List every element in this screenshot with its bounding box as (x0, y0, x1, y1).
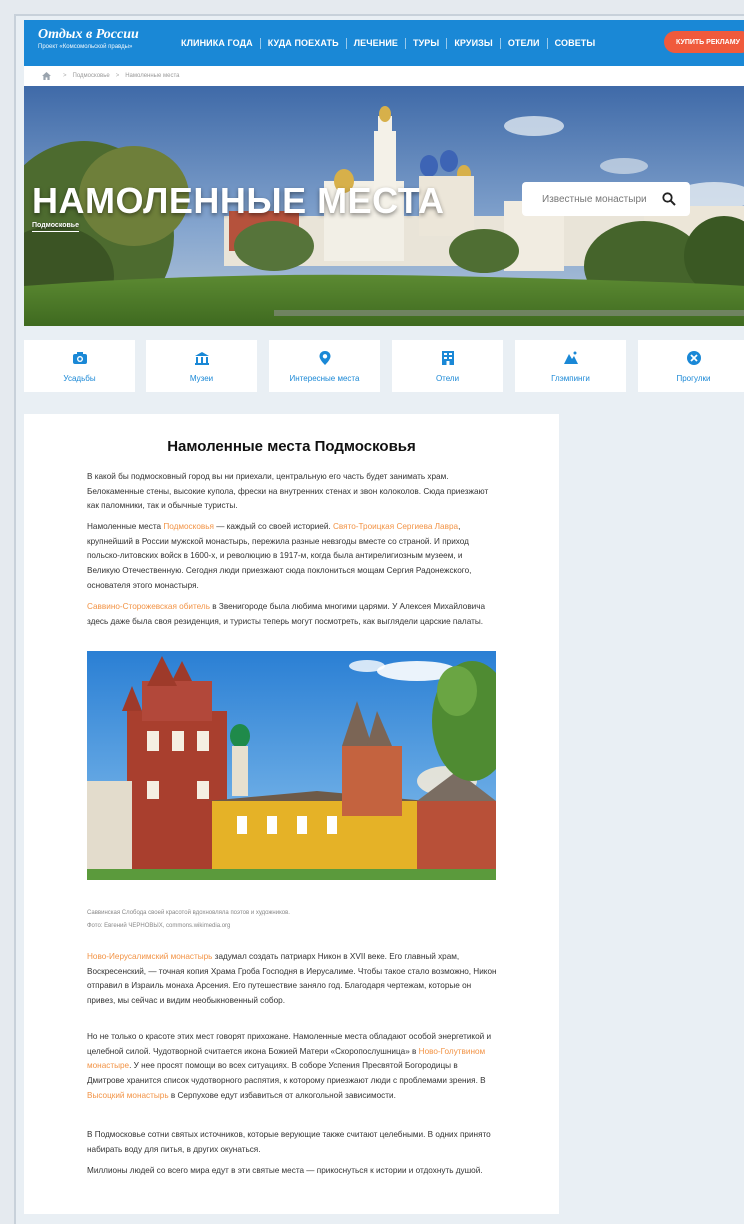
category-interesting-places[interactable]: Интересные места (269, 340, 380, 392)
hotel-icon (442, 351, 454, 365)
breadcrumb-item-current: Намоленные места (125, 73, 180, 79)
nav-item-cruises[interactable]: КРУИЗЫ (447, 38, 500, 48)
hero-banner: НАМОЛЕННЫЕ МЕСТА Подмосковье Известные м… (24, 86, 744, 326)
category-label: Интересные места (289, 374, 360, 383)
paragraph-closing: Миллионы людей со всего мира едут в эти … (87, 1166, 483, 1175)
breadcrumb-item-region[interactable]: Подмосковье (73, 73, 110, 79)
site-header: Отдых в России Проект «Комсомольской пра… (24, 20, 744, 66)
category-label: Музеи (189, 374, 214, 383)
category-label: Прогулки (676, 374, 711, 383)
photo-credit: Фото: Евгений ЧЕРНОВЫХ, commons.wikimedi… (87, 923, 231, 929)
link-sergiev-lavra[interactable]: Свято-Троицкая Сергиева Лавра (333, 522, 458, 531)
camera-icon (73, 352, 87, 364)
logo-title: Отдых в России (38, 27, 139, 42)
text-run: , крупнейший в России мужской монастырь,… (87, 522, 472, 590)
logo-subtitle: Проект «Комсомольской правды» (38, 44, 133, 50)
breadcrumb: > Подмосковье > Намоленные места (24, 66, 744, 86)
link-vysotsky[interactable]: Высоцкий монастырь (87, 1091, 169, 1100)
search-icon (662, 192, 676, 206)
article-photo (87, 651, 496, 880)
text-run: Намоленные места (87, 522, 164, 531)
main-nav: КЛИНИКА ГОДА КУДА ПОЕХАТЬ ЛЕЧЕНИЕ ТУРЫ К… (174, 20, 602, 66)
category-label: Отели (435, 374, 460, 383)
paragraph-lavra: Намоленные места Подмосковья — каждый со… (87, 520, 497, 594)
hero-subtitle-link[interactable]: Подмосковье (32, 222, 80, 232)
monastery-photo (87, 651, 496, 880)
category-label: Усадьбы (63, 374, 96, 383)
nav-item-where-to-go[interactable]: КУДА ПОЕХАТЬ (261, 38, 346, 48)
tent-icon (564, 351, 578, 364)
paragraph-springs: В Подмосковье сотни святых источников, к… (87, 1130, 491, 1154)
breadcrumb-separator: > (115, 73, 120, 79)
buy-ad-button[interactable]: КУПИТЬ РЕКЛАМУ (664, 31, 744, 53)
category-hotels[interactable]: Отели (392, 340, 503, 392)
paragraph-savvino: Саввино-Сторожевская обитель в Звенигоро… (87, 600, 497, 629)
photo-caption: Саввинская Слобода своей красотой вдохно… (87, 910, 290, 916)
link-podmoskovye[interactable]: Подмосковья (163, 522, 214, 531)
nav-item-tours[interactable]: ТУРЫ (406, 38, 446, 48)
nav-item-treatment[interactable]: ЛЕЧЕНИЕ (347, 38, 405, 48)
nav-item-hotels[interactable]: ОТЕЛИ (501, 38, 547, 48)
paragraph-intro: В какой бы подмосковный город вы ни прие… (87, 472, 489, 511)
page: Отдых в России Проект «Комсомольской пра… (14, 14, 744, 1224)
nav-item-tips[interactable]: СОВЕТЫ (548, 38, 603, 48)
category-estates[interactable]: Усадьбы (24, 340, 135, 392)
museum-icon (195, 352, 209, 365)
hero-search-button[interactable]: Известные монастыри (522, 182, 690, 216)
link-savvino-storozhevsky[interactable]: Саввино-Сторожевская обитель (87, 602, 210, 611)
category-label: Глэмпинги (551, 374, 590, 383)
link-new-jerusalem[interactable]: Ново-Иерусалимский монастырь (87, 952, 212, 961)
paragraph-healing: Но не только о красоте этих мест говорят… (87, 1030, 497, 1104)
category-walks[interactable]: Прогулки (638, 340, 744, 392)
walk-icon (687, 351, 701, 365)
text-run: . У нее просят помощи во всех ситуациях.… (87, 1061, 486, 1086)
text-run: в Серпухове едут избавиться от алкогольн… (168, 1090, 396, 1100)
nav-item-clinic[interactable]: КЛИНИКА ГОДА (174, 38, 260, 48)
text-run: — каждый со своей историей. (213, 522, 333, 531)
breadcrumb-separator: > (63, 73, 67, 79)
map-pin-icon (319, 351, 331, 365)
site-logo[interactable]: Отдых в России Проект «Комсомольской пра… (38, 27, 139, 52)
article-title: Намоленные места Подмосковья (167, 438, 416, 455)
hero-title: НАМОЛЕННЫЕ МЕСТА (32, 180, 445, 221)
hero-search-label: Известные монастыри (542, 193, 647, 205)
home-icon[interactable] (42, 72, 51, 80)
paragraph-new-jerusalem: Ново-Иерусалимский монастырь задумал соз… (87, 950, 497, 1009)
article: Намоленные места Подмосковья В какой бы … (24, 414, 559, 1214)
category-glamping[interactable]: Глэмпинги (515, 340, 626, 392)
category-tiles: Усадьбы Музеи Интересные места Отели Глэ… (24, 340, 744, 392)
category-museums[interactable]: Музеи (146, 340, 257, 392)
